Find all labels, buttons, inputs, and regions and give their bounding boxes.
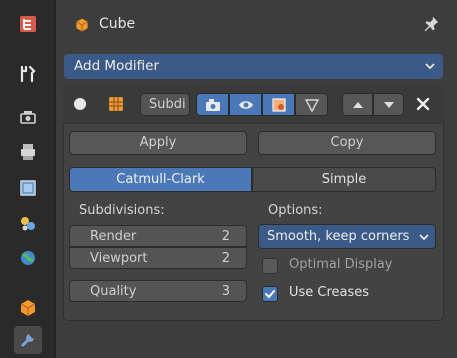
add-modifier-dropdown[interactable]: Add Modifier <box>64 54 443 79</box>
pin-icon[interactable] <box>422 15 440 33</box>
cage-triangle-icon <box>304 98 319 112</box>
tab-tools-settings[interactable] <box>14 60 42 88</box>
view-layer-icon <box>20 180 36 196</box>
subdivisions-heading: Subdivisions: <box>79 203 165 218</box>
options-heading: Options: <box>268 203 323 218</box>
collapse-toggle[interactable] <box>74 98 86 110</box>
checkmark-icon <box>265 290 275 299</box>
visibility-toggles <box>196 93 330 116</box>
tab-modifiers[interactable] <box>14 326 42 354</box>
use-creases-checkbox[interactable] <box>262 286 278 302</box>
tab-world[interactable] <box>14 244 42 272</box>
uv-smooth-value: Smooth, keep corners <box>267 229 410 244</box>
object-icon <box>76 18 88 32</box>
move-down-button[interactable] <box>373 93 404 116</box>
on-cage-toggle[interactable] <box>295 93 328 116</box>
tab-view-layer[interactable] <box>14 174 42 202</box>
chevron-down-icon <box>425 63 435 70</box>
scene-icon <box>21 217 35 231</box>
world-icon <box>21 251 35 265</box>
quality-label: Quality <box>90 284 137 299</box>
properties-header: Cube <box>58 0 457 48</box>
move-up-button[interactable] <box>342 93 373 116</box>
editmode-toggle[interactable] <box>262 93 295 116</box>
move-buttons <box>342 93 404 116</box>
quality-field[interactable]: Quality 3 <box>69 280 247 302</box>
subdivision-modifier-icon <box>109 97 123 111</box>
tab-catmull-clark[interactable]: Catmull-Clark <box>69 167 252 192</box>
uv-smooth-dropdown[interactable]: Smooth, keep corners <box>258 224 436 249</box>
use-creases-label: Use Creases <box>289 285 370 300</box>
viewport-levels-field[interactable]: Viewport 2 <box>69 247 247 269</box>
tab-output[interactable] <box>14 138 42 166</box>
tab-render[interactable] <box>14 104 42 132</box>
optimal-display-checkbox[interactable] <box>262 258 278 274</box>
close-icon[interactable] <box>416 97 430 111</box>
render-icon <box>20 111 36 124</box>
eye-icon <box>238 100 253 109</box>
editmode-icon <box>271 97 286 112</box>
tab-scene[interactable] <box>14 210 42 238</box>
properties-tab-bar <box>0 0 56 358</box>
tool-icon <box>20 16 36 32</box>
copy-button[interactable]: Copy <box>258 131 436 155</box>
output-icon <box>21 144 35 160</box>
modifier-name-input[interactable]: Subdi <box>140 93 190 116</box>
render-levels-value: 2 <box>221 229 230 244</box>
camera-icon <box>205 98 220 111</box>
add-modifier-label: Add Modifier <box>74 58 160 74</box>
apply-button[interactable]: Apply <box>69 131 247 155</box>
modifier-icon <box>21 334 34 347</box>
render-levels-field[interactable]: Render 2 <box>69 225 247 247</box>
object-icon <box>20 300 36 316</box>
edit-cage-toggle[interactable] <box>196 93 229 116</box>
tab-tool[interactable] <box>14 10 42 38</box>
quality-value: 3 <box>221 284 230 299</box>
tab-simple[interactable]: Simple <box>252 167 436 192</box>
object-name: Cube <box>99 16 136 32</box>
viewport-levels-label: Viewport <box>90 251 148 266</box>
triangle-down-icon <box>383 101 394 108</box>
chevron-down-icon <box>419 234 429 241</box>
modifier-name-text: Subdi <box>149 97 186 112</box>
triangle-up-icon <box>352 101 363 108</box>
tab-object[interactable] <box>14 294 42 322</box>
render-levels-label: Render <box>90 229 137 244</box>
optimal-display-label: Optimal Display <box>289 257 393 272</box>
realtime-toggle[interactable] <box>229 93 262 116</box>
wrench-screwdriver-icon <box>20 65 36 83</box>
viewport-levels-value: 2 <box>221 251 230 266</box>
